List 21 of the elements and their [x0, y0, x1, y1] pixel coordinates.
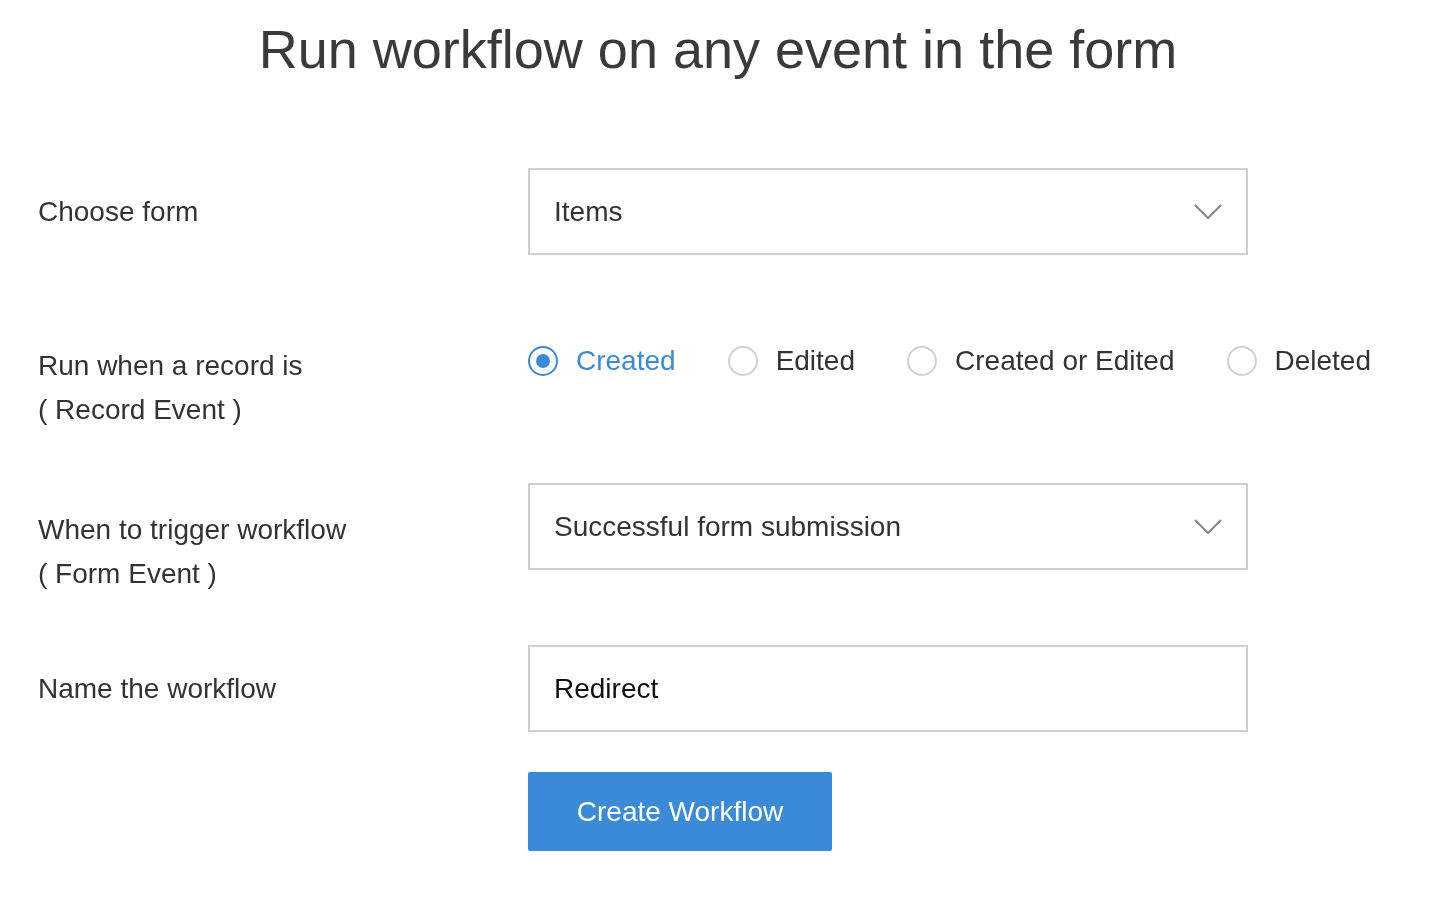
field-label: Run when a record is: [38, 349, 304, 383]
dropdown[interactable]: Items: [528, 168, 1248, 255]
field-sublabel: ( Record Event ): [38, 393, 243, 427]
chevron-down-icon: [1194, 518, 1222, 535]
radio-option[interactable]: Deleted: [1226, 345, 1371, 377]
radio-option[interactable]: Edited: [727, 345, 856, 377]
radio-label: Deleted: [1274, 345, 1371, 377]
radio-option[interactable]: Created or Edited: [907, 345, 1175, 377]
chevron-down-icon: [1194, 203, 1222, 220]
create-button[interactable]: Create Workflow: [528, 772, 832, 851]
field-label: Choose form: [38, 194, 200, 229]
field-label: Name the workflow: [38, 671, 278, 706]
radio-label: Created or Edited: [955, 345, 1175, 377]
dropdown[interactable]: Successful form submission: [528, 483, 1248, 570]
page-title: Run workflow on any event in the form: [257, 18, 1179, 81]
field-label: When to trigger workflow: [38, 513, 348, 547]
radio-label: Edited: [775, 345, 856, 377]
radio-label: Created: [576, 345, 676, 377]
field-sublabel: ( Form Event ): [38, 557, 218, 591]
input-field[interactable]: Redirect: [528, 645, 1248, 732]
radio-option[interactable]: Created: [528, 345, 676, 377]
